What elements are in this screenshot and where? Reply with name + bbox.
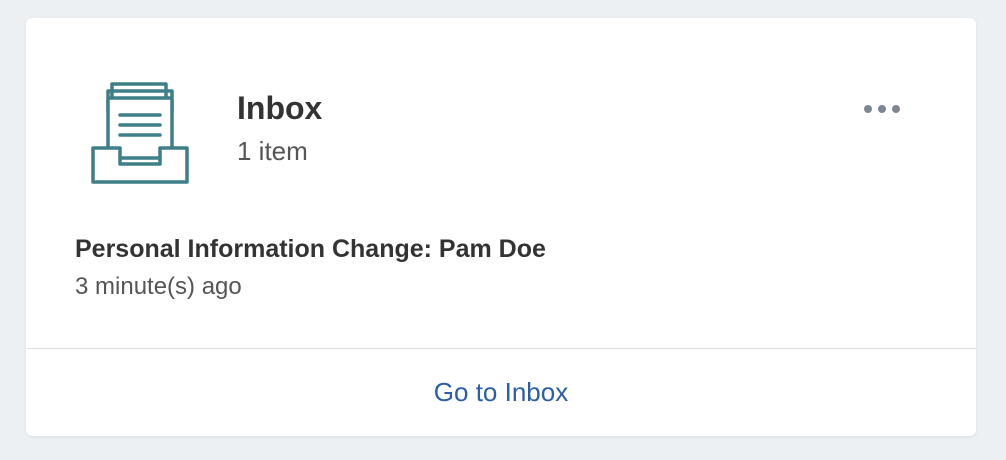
more-horizontal-icon-dot [892,105,900,113]
more-horizontal-icon-dot [878,105,886,113]
widget-title: Inbox [237,90,323,126]
go-to-inbox-link[interactable]: Go to Inbox [26,349,976,436]
inbox-tray-icon [90,78,190,188]
item-count: 1 item [237,136,308,166]
widget-header: Inbox 1 item [237,88,322,168]
more-horizontal-icon [864,105,872,113]
inbox-list-item[interactable]: Personal Information Change: Pam Doe 3 m… [75,232,936,304]
inbox-item-timestamp: 3 minute(s) ago [75,273,242,300]
inbox-item-title: Personal Information Change: Pam Doe [75,235,546,263]
more-options-button[interactable] [856,96,908,122]
inbox-card: Inbox 1 item Personal Information Change… [26,18,976,436]
